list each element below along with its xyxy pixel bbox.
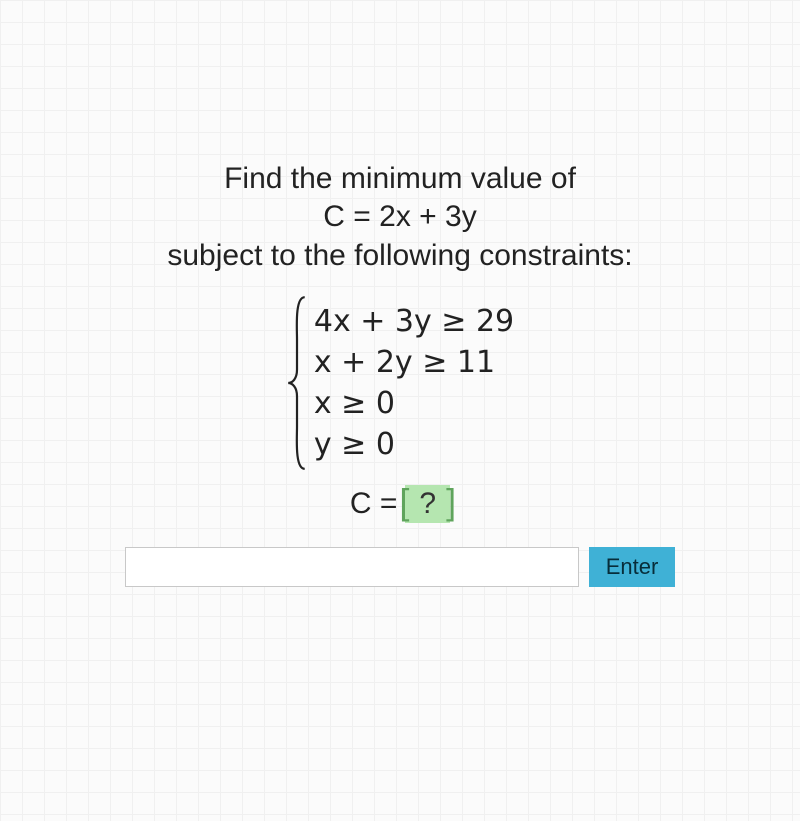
problem-card: Find the minimum value of C = 2x + 3y su… — [0, 160, 800, 587]
prompt-line-3: subject to the following constraints: — [167, 237, 632, 275]
constraint-row: x ≥ 0 — [314, 384, 514, 423]
constraint-row: x + 2y ≥ 11 — [314, 343, 514, 382]
prompt-line-2: C = 2x + 3y — [167, 198, 632, 236]
question-prompt: Find the minimum value of C = 2x + 3y su… — [167, 160, 632, 275]
answer-input-row: Enter — [125, 547, 675, 587]
constraint-row: 4x + 3y ≥ 29 — [314, 302, 514, 341]
constraints-block: 4x + 3y ≥ 29 x + 2y ≥ 11 x ≥ 0 y ≥ 0 — [286, 295, 514, 471]
answer-placeholder: ? — [411, 487, 444, 520]
answer-display: C = ? — [350, 485, 450, 523]
left-brace — [286, 295, 308, 471]
enter-button[interactable]: Enter — [589, 547, 675, 587]
answer-input[interactable] — [125, 547, 579, 587]
prompt-line-1: Find the minimum value of — [167, 160, 632, 198]
constraint-row: y ≥ 0 — [314, 425, 514, 464]
answer-placeholder-box: ? — [405, 485, 450, 523]
constraints-list: 4x + 3y ≥ 29 x + 2y ≥ 11 x ≥ 0 y ≥ 0 — [314, 295, 514, 471]
answer-prefix: C = — [350, 487, 398, 521]
